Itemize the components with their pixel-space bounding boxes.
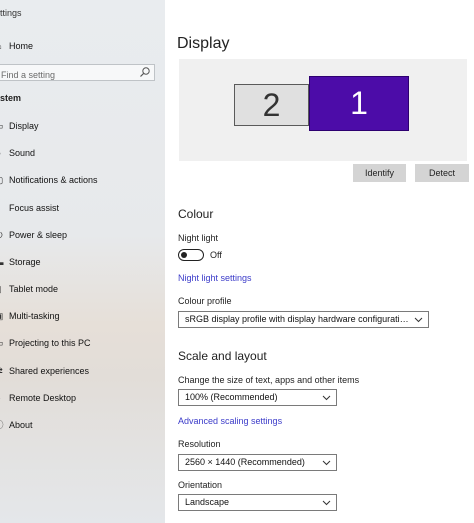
sidebar-item-power[interactable]: ⏻ Power & sleep (0, 223, 165, 247)
search-icon[interactable] (139, 66, 151, 78)
colour-profile-label: Colour profile (178, 296, 232, 306)
colour-profile-dropdown[interactable]: sRGB display profile with display hardwa… (178, 311, 429, 328)
monitor-2[interactable]: 2 (234, 84, 309, 126)
search-box[interactable] (0, 64, 155, 83)
sidebar-item-shared-experiences[interactable]: ⇄ Shared experiences (0, 359, 165, 383)
sidebar-item-about[interactable]: ⓘ About (0, 413, 165, 437)
sidebar-item-label: Shared experiences (9, 366, 90, 376)
sidebar-item-label: Sound (9, 148, 36, 158)
monitor-1[interactable]: 1 (309, 76, 409, 131)
sidebar-item-label: Power & sleep (9, 230, 68, 240)
night-light-settings-link[interactable]: Night light settings (178, 273, 252, 283)
main-panel: Display 2 1 Identify Detect Colour Night… (165, 0, 474, 523)
orientation-label: Orientation (178, 480, 223, 490)
chevron-down-icon (322, 500, 331, 506)
window-title: ttings (0, 8, 22, 18)
detect-button[interactable]: Detect (415, 164, 469, 182)
night-light-toggle[interactable] (178, 249, 204, 261)
resolution-value: 2560 × 1440 (Recommended) (185, 457, 305, 467)
sidebar-item-label: Storage (9, 257, 41, 267)
night-light-label: Night light (178, 233, 219, 243)
monitor-icon: ▭ (0, 114, 4, 138)
sidebar-item-label: Display (9, 121, 39, 131)
sidebar-item-multitasking[interactable]: ▣ Multi-tasking (0, 304, 165, 328)
scale-value: 100% (Recommended) (185, 392, 278, 402)
storage-icon: ▬ (0, 250, 4, 274)
colour-heading: Colour (178, 207, 214, 221)
page-title: Display (177, 35, 230, 52)
night-light-state: Off (210, 250, 222, 260)
remote-icon: › (0, 386, 4, 410)
sidebar-item-label: Tablet mode (9, 284, 59, 294)
info-icon: ⓘ (0, 413, 4, 437)
orientation-value: Landscape (185, 497, 230, 507)
sidebar-item-sound[interactable]: ♪ Sound (0, 141, 165, 165)
section-header: stem (0, 93, 22, 103)
sidebar-item-label: About (9, 420, 33, 430)
notifications-icon: ▢ (0, 168, 4, 192)
sidebar-item-display[interactable]: ▭ Display (0, 114, 165, 138)
chevron-down-icon (322, 395, 331, 401)
sidebar-item-remote-desktop[interactable]: › Remote Desktop (0, 386, 165, 410)
sidebar-item-tablet-mode[interactable]: ▯ Tablet mode (0, 277, 165, 301)
colour-profile-value: sRGB display profile with display hardwa… (185, 314, 413, 324)
scale-layout-heading: Scale and layout (178, 349, 267, 363)
speaker-icon: ♪ (0, 141, 4, 165)
chevron-down-icon (322, 460, 331, 466)
text-size-label: Change the size of text, apps and other … (178, 375, 360, 385)
sidebar-item-projecting[interactable]: ▭ Projecting to this PC (0, 331, 165, 355)
scale-dropdown[interactable]: 100% (Recommended) (178, 389, 337, 406)
orientation-dropdown[interactable]: Landscape (178, 494, 337, 511)
identify-button[interactable]: Identify (353, 164, 406, 182)
sidebar-item-label: Projecting to this PC (9, 338, 91, 348)
resolution-label: Resolution (178, 439, 221, 449)
sidebar-item-storage[interactable]: ▬ Storage (0, 250, 165, 274)
sidebar: ttings ⌂ Home stem ▭ Display ♪ Sound ▢ N… (0, 0, 165, 523)
advanced-scaling-link[interactable]: Advanced scaling settings (178, 416, 282, 426)
sidebar-item-focus-assist[interactable]: ☾ Focus assist (0, 196, 165, 220)
multitask-icon: ▣ (0, 304, 4, 328)
sidebar-item-home[interactable]: ⌂ Home (0, 34, 165, 58)
search-input[interactable] (0, 67, 131, 83)
sidebar-item-label: Multi-tasking (9, 311, 60, 321)
tablet-icon: ▯ (0, 277, 4, 301)
sidebar-item-label: Focus assist (9, 203, 60, 213)
sidebar-item-label: Notifications & actions (9, 175, 98, 185)
sidebar-item-label: Home (9, 41, 34, 51)
power-icon: ⏻ (0, 223, 4, 247)
home-icon: ⌂ (0, 34, 4, 58)
sidebar-item-label: Remote Desktop (9, 393, 77, 403)
chevron-down-icon (414, 317, 423, 323)
resolution-dropdown[interactable]: 2560 × 1440 (Recommended) (178, 454, 337, 471)
projector-icon: ▭ (0, 331, 4, 355)
sidebar-item-notifications[interactable]: ▢ Notifications & actions (0, 168, 165, 192)
shared-icon: ⇄ (0, 359, 4, 383)
display-arrangement: 2 1 (179, 59, 467, 161)
toggle-knob (181, 251, 187, 258)
moon-icon: ☾ (0, 196, 4, 220)
